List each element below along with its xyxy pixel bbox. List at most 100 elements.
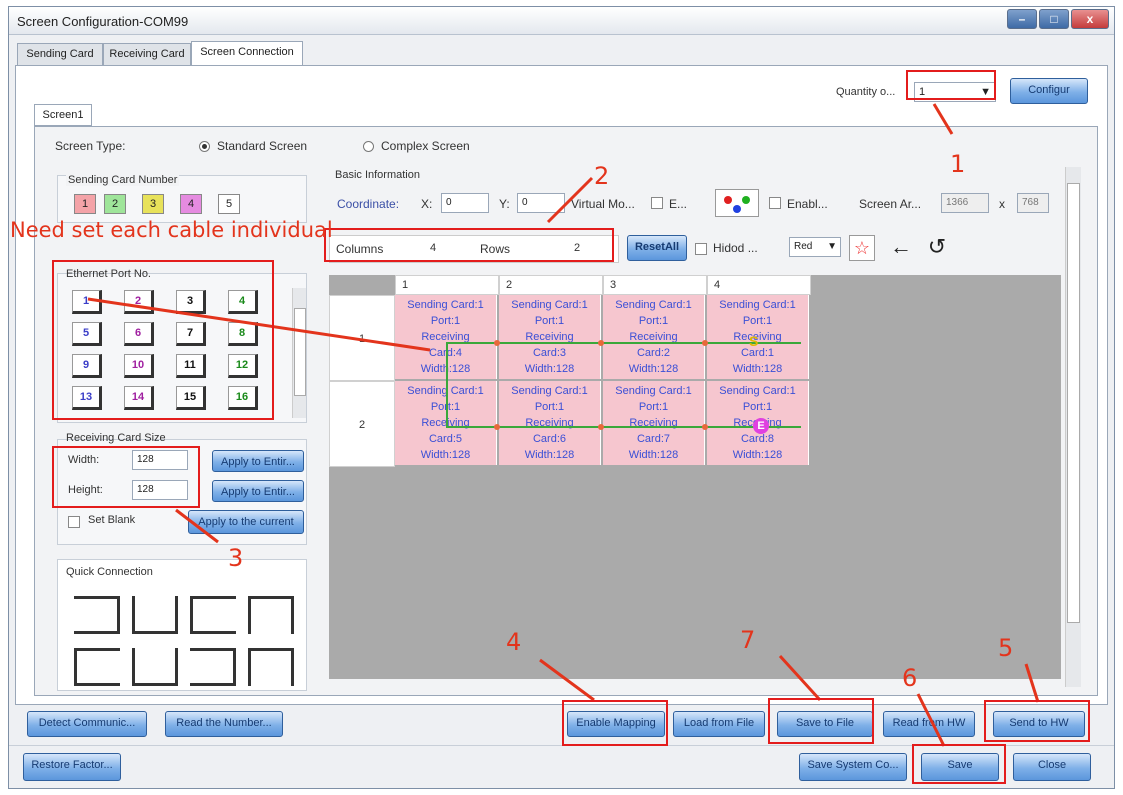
color-select[interactable]: Red ▼ <box>789 237 841 257</box>
receiving-card-size-label: Receiving Card Size <box>66 432 166 444</box>
restore-factory-button[interactable]: Restore Factor... <box>23 753 121 781</box>
e-checkbox[interactable] <box>651 197 663 209</box>
sending-card-number-group: Sending Card Number 1 2 3 4 5 <box>57 174 307 223</box>
detect-communication-button[interactable]: Detect Communic... <box>27 711 147 737</box>
e-label: E... <box>669 197 688 211</box>
green-dot-icon <box>742 196 750 204</box>
connection-arrow <box>494 424 500 430</box>
main-scroll-thumb[interactable] <box>1067 183 1080 623</box>
quick-connection-pattern-2[interactable] <box>132 596 178 634</box>
sending-card-4-button[interactable]: 4 <box>180 194 202 214</box>
basic-information-label: Basic Information <box>335 169 420 181</box>
save-system-config-button[interactable]: Save System Co... <box>799 753 907 781</box>
connection-arrow <box>702 340 708 346</box>
enable-label: Enabl... <box>787 197 828 211</box>
screen-grid-area: 1 2 3 4 1 2 Sending Card:1 Port:1 Receiving Card:… <box>329 275 1061 679</box>
x-input[interactable]: 0 <box>441 193 489 213</box>
quick-connection-pattern-3[interactable] <box>190 596 236 634</box>
blue-dot-icon <box>733 205 741 213</box>
ports-scroll-thumb[interactable] <box>294 308 306 396</box>
connection-arrow <box>494 340 500 346</box>
star-icon[interactable]: ☆ <box>849 235 875 261</box>
screen-height-input[interactable]: 768 <box>1017 193 1049 213</box>
apply-to-current-button[interactable]: Apply to the current <box>188 510 304 534</box>
highlight-enable-mapping <box>562 700 668 746</box>
highlight-quantity <box>906 70 996 100</box>
highlight-save-to-file <box>768 698 874 744</box>
highlight-columns-rows <box>324 228 614 262</box>
quantity-label: Quantity o... <box>836 86 896 98</box>
annotation-5: 5 <box>998 634 1014 662</box>
connection-lines <box>446 340 801 430</box>
x-label: X: <box>421 197 433 211</box>
annotation-7: 7 <box>740 626 756 654</box>
close-window-button[interactable]: x <box>1071 9 1109 29</box>
minimize-button[interactable]: – <box>1007 9 1037 29</box>
undo-icon[interactable]: ↺ <box>921 233 953 263</box>
complex-screen-label: Complex Screen <box>381 139 470 153</box>
color-select-value: Red <box>794 241 813 252</box>
read-from-hw-button[interactable]: Read from HW <box>883 711 975 737</box>
quick-connection-group: Quick Connection <box>57 559 307 691</box>
screen-area-label: Screen Ar... <box>859 197 922 211</box>
main-scrollbar[interactable] <box>1065 167 1081 687</box>
times-label: x <box>999 197 1005 211</box>
read-the-number-button[interactable]: Read the Number... <box>165 711 283 737</box>
tab-sending-card[interactable]: Sending Card <box>17 43 103 65</box>
complex-screen-radio[interactable] <box>363 141 374 152</box>
connection-path <box>446 342 801 428</box>
standard-screen-radio[interactable] <box>199 141 210 152</box>
annotation-1: 1 <box>950 150 966 178</box>
start-marker: S <box>749 333 759 349</box>
maximize-button[interactable]: □ <box>1039 9 1069 29</box>
sending-card-number-label: Sending Card Number <box>66 174 180 186</box>
screen-type-label: Screen Type: <box>55 139 126 153</box>
end-marker: E <box>753 418 769 434</box>
sending-card-1-button[interactable]: 1 <box>74 194 96 214</box>
configure-button[interactable]: Configur <box>1010 78 1088 104</box>
highlight-ethernet <box>52 260 274 420</box>
quick-connection-pattern-5[interactable] <box>74 648 120 686</box>
y-input[interactable]: 0 <box>517 193 565 213</box>
quick-connection-pattern-7[interactable] <box>190 648 236 686</box>
quick-connection-label: Quick Connection <box>66 566 153 578</box>
apply-to-entire-width-button[interactable]: Apply to Entir... <box>212 450 304 472</box>
standard-screen-label: Standard Screen <box>217 139 308 153</box>
apply-to-entire-height-button[interactable]: Apply to Entir... <box>212 480 304 502</box>
connection-arrow <box>598 424 604 430</box>
reset-all-button[interactable]: ResetAll <box>627 235 687 261</box>
quick-connection-pattern-1[interactable] <box>74 596 120 634</box>
arrow-left-icon[interactable]: ← <box>885 233 917 263</box>
y-label: Y: <box>499 197 510 211</box>
connection-arrow <box>598 340 604 346</box>
tab-receiving-card[interactable]: Receiving Card <box>103 43 191 65</box>
annotation-6: 6 <box>902 664 918 692</box>
chevron-down-icon: ▼ <box>827 241 837 252</box>
annotation-2: 2 <box>594 162 610 190</box>
connection-arrow <box>702 424 708 430</box>
window-title: Screen Configuration-COM99 <box>17 14 189 29</box>
sending-card-2-button[interactable]: 2 <box>104 194 126 214</box>
highlight-card-size <box>52 446 200 508</box>
quick-connection-pattern-6[interactable] <box>132 648 178 686</box>
load-from-file-button[interactable]: Load from File <box>673 711 765 737</box>
screen-width-input[interactable]: 1366 <box>941 193 989 213</box>
color-dots-icon[interactable] <box>715 189 759 217</box>
highlight-send-to-hw <box>984 700 1090 742</box>
set-blank-checkbox[interactable] <box>68 516 80 528</box>
close-button[interactable]: Close <box>1013 753 1091 781</box>
annotation-3: 3 <box>228 544 244 572</box>
highlight-save <box>912 744 1006 784</box>
sending-card-5-button[interactable]: 5 <box>218 194 240 214</box>
virtual-mode-label: Virtual Mo... <box>571 197 635 211</box>
hidden-checkbox[interactable] <box>695 243 707 255</box>
enable-checkbox[interactable] <box>769 197 781 209</box>
tab-screen1[interactable]: Screen1 <box>34 104 92 126</box>
quick-connection-pattern-8[interactable] <box>248 648 294 686</box>
set-blank-label: Set Blank <box>88 514 136 526</box>
tab-screen-connection[interactable]: Screen Connection <box>191 41 303 65</box>
sending-card-3-button[interactable]: 3 <box>142 194 164 214</box>
ports-scrollbar[interactable] <box>292 288 306 418</box>
quick-connection-pattern-4[interactable] <box>248 596 294 634</box>
red-dot-icon <box>724 196 732 204</box>
